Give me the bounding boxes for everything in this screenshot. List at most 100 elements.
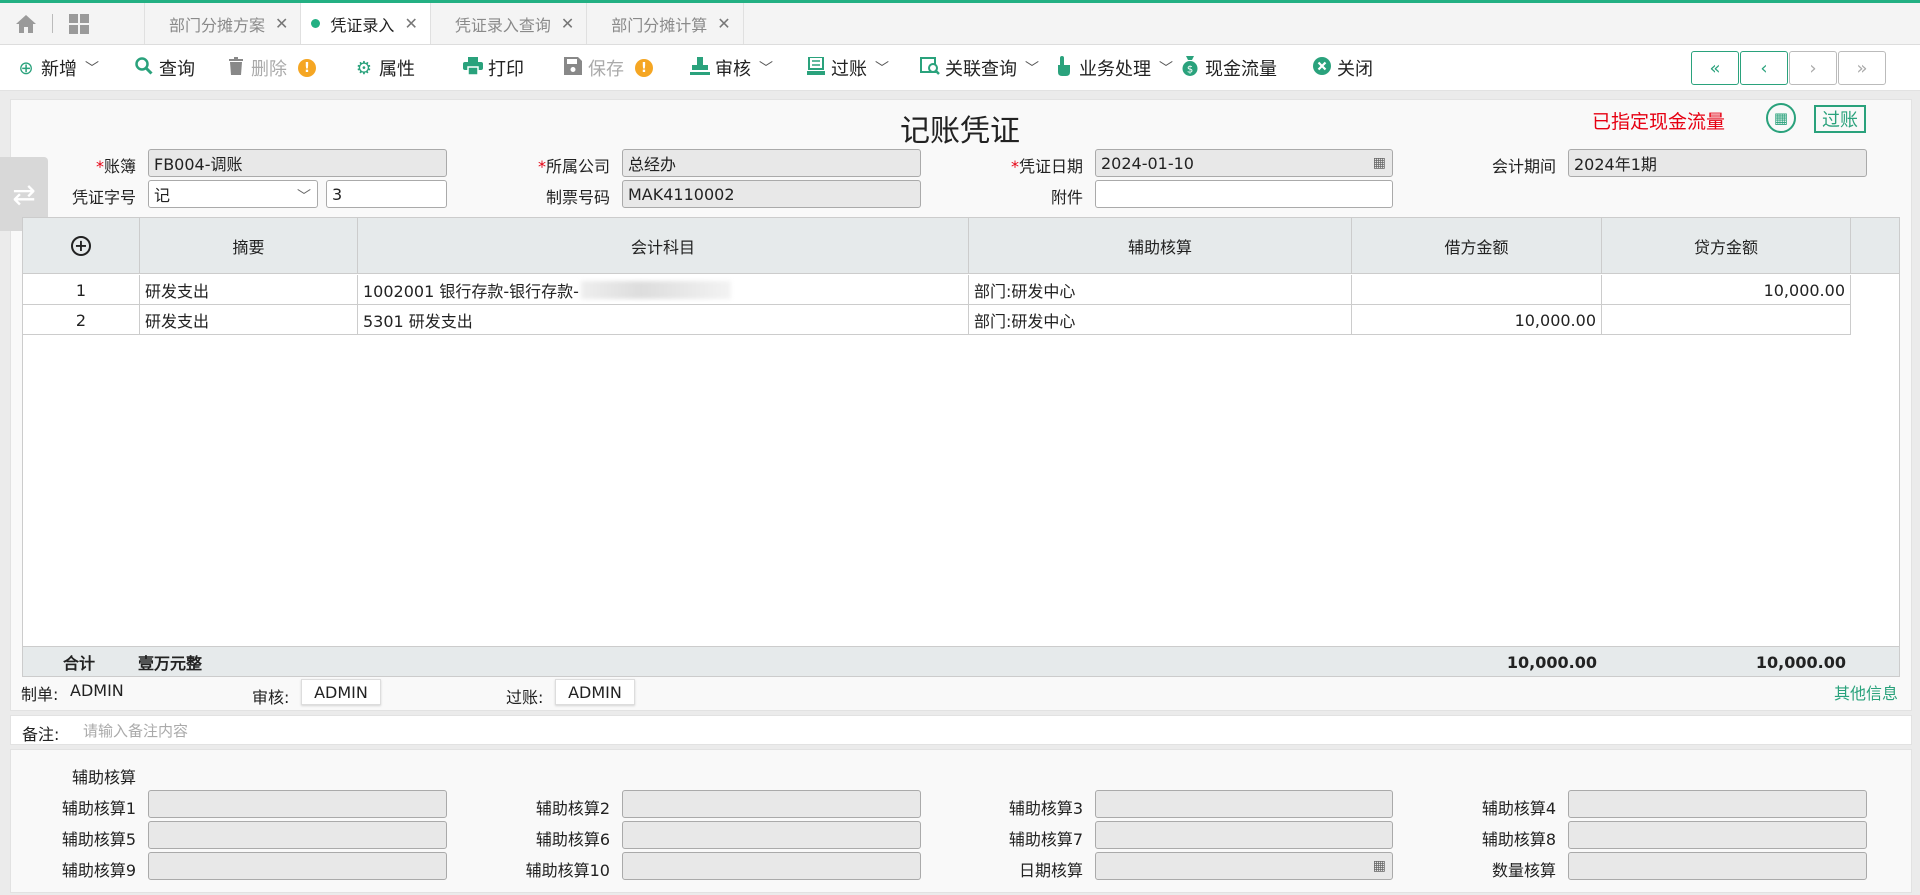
close-button[interactable]: 关闭 bbox=[1312, 45, 1373, 91]
aux-label-6: 辅助核算6 bbox=[535, 830, 610, 849]
first-page-button[interactable]: « bbox=[1691, 51, 1739, 85]
aux-field-9[interactable] bbox=[148, 852, 447, 880]
close-icon[interactable]: ✕ bbox=[404, 14, 417, 33]
aux-field-4[interactable] bbox=[1568, 790, 1867, 818]
last-page-icon: » bbox=[1856, 57, 1868, 79]
row-credit[interactable]: 10,000.00 bbox=[1602, 275, 1851, 305]
aux-field-3[interactable] bbox=[1095, 790, 1393, 818]
aux-field-5[interactable] bbox=[148, 821, 447, 849]
prev-page-button[interactable]: ‹ bbox=[1740, 51, 1788, 85]
calendar-icon[interactable]: ▦ bbox=[1373, 858, 1386, 874]
aux-field-8[interactable] bbox=[1568, 821, 1867, 849]
quantity-aux-label: 数量核算 bbox=[1491, 861, 1556, 880]
home-icon[interactable] bbox=[0, 3, 52, 44]
close-icon[interactable]: ✕ bbox=[717, 14, 730, 33]
properties-button[interactable]: ⚙ 属性 bbox=[354, 45, 415, 91]
row-credit[interactable] bbox=[1602, 305, 1851, 335]
aux-field-2[interactable] bbox=[622, 790, 921, 818]
ledger-field[interactable]: FB004-调账 bbox=[148, 149, 447, 177]
row-debit[interactable] bbox=[1352, 275, 1602, 305]
row-debit[interactable]: 10,000.00 bbox=[1352, 305, 1602, 335]
remarks-input[interactable] bbox=[83, 719, 1483, 743]
date-label: *凭证日期 bbox=[1010, 157, 1083, 176]
col-summary: 摘要 bbox=[140, 218, 358, 274]
first-page-icon: « bbox=[1709, 57, 1721, 79]
voucher-word-label: 凭证字号 bbox=[71, 188, 136, 207]
date-field[interactable]: 2024-01-10 ▦ bbox=[1095, 149, 1393, 177]
aux-label-4: 辅助核算4 bbox=[1481, 799, 1556, 818]
period-field[interactable]: 2024年1期 bbox=[1568, 149, 1867, 177]
chevron-down-icon[interactable]: ﹀ bbox=[85, 58, 99, 78]
save-label: 保存 bbox=[588, 59, 624, 80]
reviewer-value: ADMIN bbox=[301, 679, 381, 705]
row-number: 2 bbox=[23, 305, 140, 335]
gear-icon: ⚙ bbox=[355, 57, 373, 79]
post-button[interactable]: 过账 ﹀ bbox=[806, 45, 889, 91]
grid-icon[interactable] bbox=[53, 3, 105, 44]
row-account[interactable]: 5301 研发支出 bbox=[358, 305, 969, 335]
row-aux[interactable]: 部门:研发中心 bbox=[969, 275, 1352, 305]
calendar-icon[interactable]: ▦ bbox=[1373, 155, 1386, 171]
voucher-number-field[interactable]: 3 bbox=[326, 180, 447, 208]
tab-dept-allocation-plan[interactable]: 部门分摊方案 ✕ bbox=[144, 3, 302, 44]
row-summary[interactable]: 研发支出 bbox=[140, 305, 358, 335]
business-button[interactable]: 业务处理 ﹀ bbox=[1054, 45, 1173, 91]
properties-label: 属性 bbox=[379, 59, 415, 80]
table-row[interactable]: 2 研发支出 5301 研发支出 部门:研发中心 10,000.00 bbox=[23, 305, 1851, 335]
save-button[interactable]: 保存 ! bbox=[563, 45, 653, 91]
warning-icon: ! bbox=[298, 59, 316, 77]
row-account[interactable]: 1002001 银行存款-银行存款- bbox=[358, 275, 969, 305]
aux-field-1[interactable] bbox=[148, 790, 447, 818]
ticket-field[interactable]: MAK4110002 bbox=[622, 180, 921, 208]
maker-label: 制单: bbox=[21, 685, 59, 704]
poster-label: 过账: bbox=[506, 688, 544, 707]
tab-voucher-query[interactable]: 凭证录入查询 ✕ bbox=[429, 3, 588, 44]
add-button[interactable]: ⊕ 新增 ﹀ bbox=[16, 45, 99, 91]
attachment-field[interactable] bbox=[1095, 180, 1393, 208]
tab-voucher-entry[interactable]: 凭证录入 ✕ bbox=[300, 3, 431, 44]
link-search-icon bbox=[920, 56, 940, 80]
close-icon[interactable]: ✕ bbox=[561, 14, 574, 33]
cash-flow-button[interactable]: $ 现金流量 bbox=[1180, 45, 1277, 91]
row-aux[interactable]: 部门:研发中心 bbox=[969, 305, 1352, 335]
poster-value: ADMIN bbox=[555, 679, 635, 705]
print-label: 打印 bbox=[488, 59, 524, 80]
plus-circle-icon: + bbox=[71, 236, 91, 256]
chevron-down-icon[interactable]: ﹀ bbox=[875, 58, 889, 78]
related-query-button[interactable]: 关联查询 ﹀ bbox=[920, 45, 1039, 91]
tab-dept-allocation-calc[interactable]: 部门分摊计算 ✕ bbox=[586, 3, 744, 44]
col-aux: 辅助核算 bbox=[969, 218, 1352, 274]
aux-field-10[interactable] bbox=[622, 852, 921, 880]
chevron-down-icon[interactable]: ﹀ bbox=[1025, 58, 1039, 78]
chevron-down-icon[interactable]: ﹀ bbox=[1159, 58, 1173, 78]
add-row-button[interactable]: + bbox=[23, 218, 140, 274]
query-button[interactable]: 查询 bbox=[134, 45, 195, 91]
tab-label: 部门分摊方案 bbox=[169, 15, 266, 35]
other-info-link[interactable]: 其他信息 bbox=[1834, 680, 1898, 704]
print-button[interactable]: 打印 bbox=[463, 45, 524, 91]
voucher-word-select[interactable]: 记 ﹀ bbox=[148, 180, 318, 208]
next-page-button[interactable]: › bbox=[1789, 51, 1837, 85]
company-field[interactable]: 总经办 bbox=[622, 149, 921, 177]
date-aux-field[interactable]: ▦ bbox=[1095, 852, 1393, 880]
row-summary[interactable]: 研发支出 bbox=[140, 275, 358, 305]
delete-label: 删除 bbox=[251, 59, 287, 80]
close-icon[interactable]: ✕ bbox=[275, 14, 288, 33]
related-query-label: 关联查询 bbox=[945, 59, 1017, 80]
last-page-button[interactable]: » bbox=[1838, 51, 1886, 85]
aux-field-7[interactable] bbox=[1095, 821, 1393, 849]
quantity-aux-field[interactable] bbox=[1568, 852, 1867, 880]
table-row[interactable]: 1 研发支出 1002001 银行存款-银行存款- 部门:研发中心 10,000… bbox=[23, 275, 1851, 305]
table-header: + 摘要 会计科目 辅助核算 借方金额 贷方金额 bbox=[23, 218, 1899, 274]
chevron-down-icon[interactable]: ﹀ bbox=[759, 58, 773, 78]
aux-field-6[interactable] bbox=[622, 821, 921, 849]
attachment-label: 附件 bbox=[1050, 188, 1083, 207]
remarks-bar: 备注: bbox=[10, 715, 1912, 745]
active-dot-icon bbox=[311, 19, 321, 28]
review-button[interactable]: 审核 ﹀ bbox=[690, 45, 773, 91]
aux-label-9: 辅助核算9 bbox=[61, 861, 136, 880]
reviewer-label: 审核: bbox=[252, 688, 290, 707]
date-aux-label: 日期核算 bbox=[1018, 861, 1083, 880]
business-label: 业务处理 bbox=[1079, 59, 1151, 80]
delete-button[interactable]: 删除 ! bbox=[226, 45, 316, 91]
